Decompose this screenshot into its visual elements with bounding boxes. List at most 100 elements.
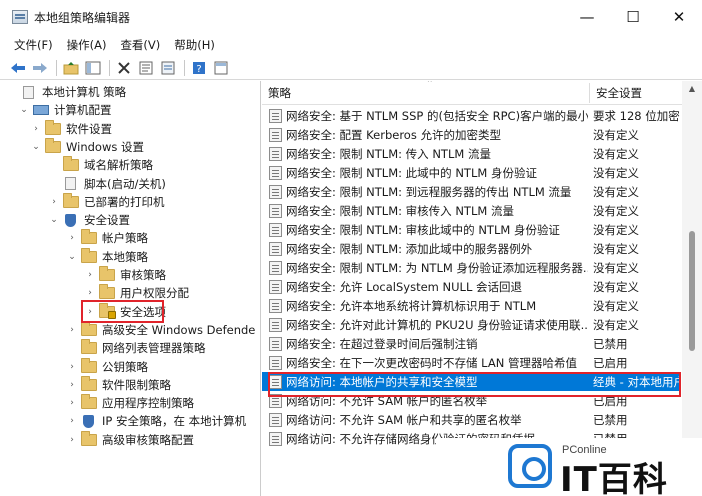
policy-setting-icon (269, 165, 282, 180)
tree-item[interactable]: ⌄ Windows 设置 (30, 137, 144, 156)
expand-chevron-icon[interactable]: › (84, 288, 96, 298)
tree-item[interactable]: › 软件设置 (30, 119, 112, 138)
tree-item[interactable]: › 帐户策略 (66, 229, 148, 247)
tree-item-label: 帐户策略 (102, 231, 148, 246)
expand-chevron-icon[interactable]: › (66, 398, 78, 408)
tree-item[interactable]: › 已部署的打印机 (48, 192, 165, 211)
vertical-scrollbar[interactable]: ▲ (682, 81, 702, 441)
policy-list[interactable]: 策略 ⌃ 安全设置 网络安全: 基于 NTLM SSP 的(包括安全 RPC)客… (262, 81, 702, 496)
tree-item[interactable]: 域名解析策略 (48, 156, 153, 174)
tree-item-label: 域名解析策略 (84, 158, 153, 173)
expand-chevron-icon[interactable]: › (66, 380, 78, 390)
minimize-button[interactable]: — (564, 0, 610, 34)
policy-name: 网络安全: 配置 Kerberos 允许的加密类型 (286, 127, 501, 142)
expand-chevron-icon[interactable]: › (66, 362, 78, 372)
scrollbar-thumb[interactable] (689, 231, 695, 351)
policy-setting-icon (269, 336, 282, 351)
tree-item[interactable]: ⌄ 本地策略 (66, 247, 148, 266)
collapse-chevron-icon[interactable]: ⌄ (48, 215, 60, 225)
policy-row[interactable]: 网络安全: 限制 NTLM: 到远程服务器的传出 NTLM 流量 没有定义 (262, 182, 680, 201)
tree-item-label: 本地计算机 策略 (42, 85, 127, 99)
policy-row[interactable]: 网络安全: 允许 LocalSystem NULL 会话回退 没有定义 (262, 277, 680, 296)
menu-help[interactable]: 帮助(H) (168, 37, 221, 53)
collapse-chevron-icon[interactable]: ⌄ (66, 252, 78, 262)
expand-chevron-icon[interactable]: › (66, 325, 78, 335)
tree-item-label: 用户权限分配 (120, 286, 189, 301)
policy-setting-value: 已启用 (593, 355, 628, 370)
menu-file[interactable]: 文件(F) (8, 37, 59, 53)
expand-chevron-icon[interactable]: › (84, 270, 96, 280)
policy-row[interactable]: 网络安全: 限制 NTLM: 此域中的 NTLM 身份验证 没有定义 (262, 163, 680, 182)
policy-name: 网络安全: 在下一次更改密码时不存储 LAN 管理器哈希值 (286, 355, 577, 370)
policy-row[interactable]: 网络访问: 不允许 SAM 帐户和共享的匿名枚举 已禁用 (262, 410, 680, 429)
expand-chevron-icon[interactable]: › (66, 233, 78, 243)
scroll-up-icon[interactable]: ▲ (682, 81, 702, 97)
tree-item[interactable]: › 高级安全 Windows Defende (66, 320, 255, 339)
tree-item[interactable]: › IP 安全策略，在 本地计算机 (66, 412, 246, 430)
policy-setting-value: 没有定义 (593, 146, 639, 161)
policy-setting-icon (269, 203, 282, 218)
policy-row[interactable]: 网络安全: 在下一次更改密码时不存储 LAN 管理器哈希值 已启用 (262, 353, 680, 372)
tree-item-label: 网络列表管理器策略 (102, 341, 206, 356)
policy-setting-icon (269, 298, 282, 313)
policy-row[interactable]: 网络安全: 允许对此计算机的 PKU2U 身份验证请求使用联... 没有定义 (262, 315, 680, 334)
tree-item-label: 软件限制策略 (102, 377, 171, 392)
folder-icon (81, 247, 97, 263)
policy-row[interactable]: 网络安全: 基于 NTLM SSP 的(包括安全 RPC)客户端的最小... 要求… (262, 106, 680, 125)
folder-icon (81, 320, 97, 336)
doc-icon (65, 177, 76, 190)
folder-icon (99, 284, 115, 300)
maximize-button[interactable]: ☐ (610, 0, 656, 34)
expand-chevron-icon[interactable]: › (48, 197, 60, 207)
tree-item[interactable]: 网络列表管理器策略 (66, 339, 206, 357)
properties-icon[interactable] (136, 59, 156, 77)
tree-item-label: 高级审核策略配置 (102, 432, 194, 447)
sort-ascending-icon: ⌃ (426, 81, 434, 89)
export-list-icon[interactable] (158, 59, 178, 77)
tree-item[interactable]: › 审核策略 (84, 266, 166, 284)
tree-item[interactable]: 本地计算机 策略 (6, 83, 126, 101)
policy-setting-value: 已禁用 (593, 412, 628, 427)
policy-row[interactable]: 网络安全: 限制 NTLM: 审核此域中的 NTLM 身份验证 没有定义 (262, 220, 680, 239)
policy-row[interactable]: 网络安全: 允许本地系统将计算机标识用于 NTLM 没有定义 (262, 296, 680, 315)
policy-row[interactable]: 网络安全: 限制 NTLM: 为 NTLM 身份验证添加远程服务器... 没有定义 (262, 258, 680, 277)
column-setting[interactable]: 安全设置 (590, 81, 642, 105)
up-folder-icon[interactable] (61, 59, 81, 77)
tree-item[interactable]: › 高级审核策略配置 (66, 430, 194, 449)
column-policy[interactable]: 策略 (262, 81, 291, 105)
policy-row[interactable]: 网络安全: 限制 NTLM: 审核传入 NTLM 流量 没有定义 (262, 201, 680, 220)
policy-row[interactable]: 网络安全: 配置 Kerberos 允许的加密类型 没有定义 (262, 125, 680, 144)
tree-item[interactable]: 脚本(启动/关机) (48, 175, 166, 193)
help-icon[interactable]: ? (189, 59, 209, 77)
toolbar-divider (184, 59, 185, 76)
tree-item[interactable]: › 公钥策略 (66, 357, 148, 376)
delete-icon[interactable] (114, 59, 134, 77)
policy-name: 网络安全: 限制 NTLM: 审核传入 NTLM 流量 (286, 203, 514, 218)
folder-icon (81, 394, 97, 410)
tree-item[interactable]: › 软件限制策略 (66, 375, 171, 394)
policy-row[interactable]: 网络安全: 限制 NTLM: 添加此域中的服务器例外 没有定义 (262, 239, 680, 258)
tree-item[interactable]: ⌄ 计算机配置 (18, 101, 111, 119)
expand-chevron-icon[interactable]: › (66, 416, 78, 426)
policy-row[interactable]: 网络安全: 在超过登录时间后强制注销 已禁用 (262, 334, 680, 353)
view-pane-icon[interactable] (211, 59, 231, 77)
expand-chevron-icon[interactable]: › (66, 435, 78, 445)
collapse-chevron-icon[interactable]: ⌄ (18, 105, 30, 115)
forward-icon[interactable] (30, 59, 50, 77)
pconline-logo (508, 444, 552, 488)
menu-action[interactable]: 操作(A) (61, 37, 113, 53)
expand-chevron-icon[interactable]: › (30, 124, 42, 134)
console-tree[interactable]: 本地计算机 策略 ⌄ 计算机配置 › 软件设置 ⌄ Windows 设置域名解析策略脚本(启… (0, 81, 261, 496)
collapse-chevron-icon[interactable]: ⌄ (30, 142, 42, 152)
tree-item[interactable]: › 应用程序控制策略 (66, 394, 194, 412)
policy-setting-icon (269, 222, 282, 237)
menu-view[interactable]: 查看(V) (114, 37, 166, 53)
close-button[interactable]: ✕ (656, 0, 702, 34)
back-icon[interactable] (8, 59, 28, 77)
tree-item[interactable]: ⌄ 安全设置 (48, 211, 130, 229)
folder-icon (81, 375, 97, 391)
policy-row[interactable]: 网络安全: 限制 NTLM: 传入 NTLM 流量 没有定义 (262, 144, 680, 163)
highlight-box-security-options (81, 300, 164, 323)
policy-setting-value: 没有定义 (593, 317, 639, 332)
show-hide-tree-icon[interactable] (83, 59, 103, 77)
